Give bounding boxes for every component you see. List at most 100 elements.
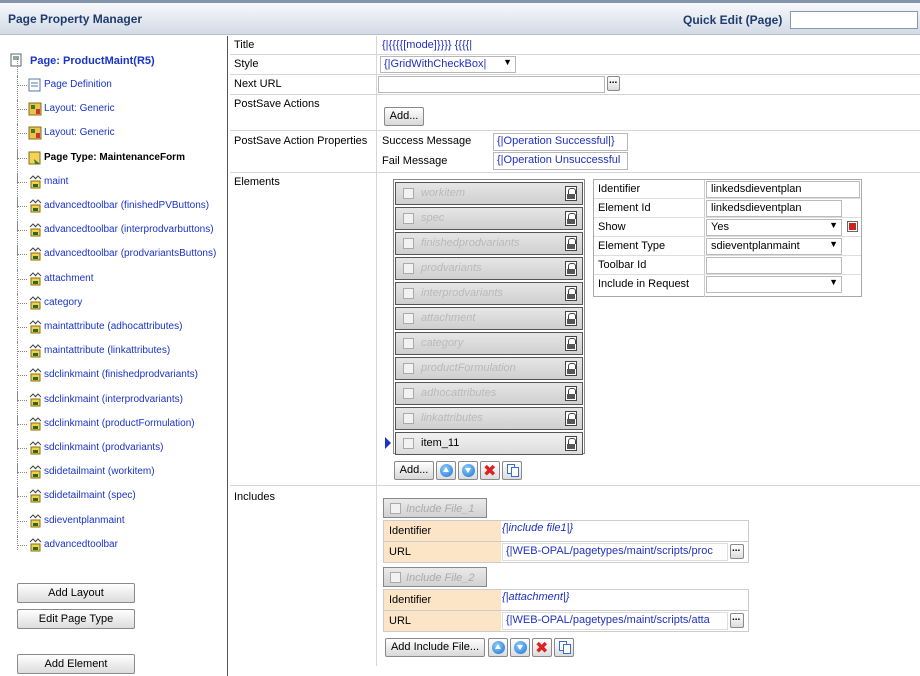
element-checkbox[interactable]: [403, 188, 414, 199]
next-url-browse-button[interactable]: ...: [607, 75, 620, 91]
include-request-select[interactable]: ▼: [706, 276, 842, 293]
tree-item[interactable]: sdidetailmaint (workitem): [0, 463, 228, 483]
tree-item[interactable]: sdclinkmaint (productFormulation): [0, 414, 228, 435]
move-down-button[interactable]: [458, 461, 478, 480]
element-id-input[interactable]: linkedsdieventplan: [706, 200, 842, 217]
tree-item-label: sdidetailmaint (workitem): [44, 466, 155, 478]
tree-item[interactable]: Page Definition: [0, 76, 228, 96]
toolbar-id-input[interactable]: [706, 257, 842, 274]
delete-element-button[interactable]: ✖: [480, 461, 500, 480]
tree-item[interactable]: sdclinkmaint (finishedprodvariants): [0, 366, 228, 386]
element-list-item[interactable]: finishedprodvariants: [395, 232, 583, 255]
element-checkbox[interactable]: [403, 238, 414, 249]
element-checkbox[interactable]: [403, 288, 414, 299]
element-checkbox[interactable]: [403, 263, 414, 274]
fail-message-input[interactable]: {|Operation Unsuccessful: [493, 152, 628, 170]
element-list-item[interactable]: linkattributes: [395, 407, 583, 430]
tree-item-label: advancedtoolbar (prodvariantsButtons): [44, 248, 217, 260]
success-message-input[interactable]: {|Operation Successful|}: [493, 133, 628, 151]
element-add-button[interactable]: Add...: [394, 461, 434, 480]
element-checkbox[interactable]: [403, 388, 414, 399]
style-select[interactable]: {|GridWithCheckBox| ▼: [380, 56, 516, 73]
edit-page-type-button[interactable]: Edit Page Type: [17, 609, 135, 629]
add-layout-button[interactable]: Add Layout: [17, 583, 135, 603]
identifier-input[interactable]: linkedsdieventplan: [706, 181, 860, 198]
include-url-input[interactable]: {|WEB-OPAL/pagetypes/maint/scripts/atta: [502, 612, 728, 630]
tree-connector: [17, 511, 27, 522]
tree-item[interactable]: category: [0, 293, 228, 314]
toolbar-id-row: Toolbar Id: [594, 256, 861, 275]
move-up-button[interactable]: [436, 461, 456, 480]
include-url-browse-button[interactable]: ...: [730, 543, 744, 559]
lock-icon: [565, 186, 577, 201]
element-list-item[interactable]: interprodvariants: [395, 282, 583, 305]
tree-item[interactable]: maintattribute (linkattributes): [0, 342, 228, 362]
element-checkbox[interactable]: [403, 213, 414, 224]
tree-connector: [17, 197, 27, 207]
element-icon: [29, 489, 42, 503]
add-element-button[interactable]: Add Element: [17, 654, 135, 674]
include-identifier-value[interactable]: {|attachment|}: [502, 591, 569, 603]
element-list-item[interactable]: attachment: [395, 307, 583, 330]
element-list-item[interactable]: prodvariants: [395, 257, 583, 280]
tree-item[interactable]: advancedtoolbar: [0, 535, 228, 556]
element-checkbox[interactable]: [403, 363, 414, 374]
tree-item[interactable]: maint: [0, 172, 228, 193]
lock-icon: [565, 211, 577, 226]
show-select[interactable]: Yes ▼: [706, 219, 842, 236]
tree-item[interactable]: Page Type: MaintenanceForm: [0, 148, 228, 169]
tree-item[interactable]: sdclinkmaint (prodvariants): [0, 439, 228, 459]
title-value[interactable]: {|{{{{[mode]}}}} {{{{|: [382, 39, 472, 51]
include-copy-button[interactable]: [554, 638, 574, 657]
element-checkbox[interactable]: [403, 313, 414, 324]
postsave-add-button[interactable]: Add...: [384, 107, 424, 126]
element-icon: [29, 538, 42, 552]
element-name: workitem: [421, 187, 466, 199]
tree-item[interactable]: sdidetailmaint (spec): [0, 487, 228, 507]
element-list-item[interactable]: spec: [395, 207, 583, 230]
include-url-browse-button[interactable]: ...: [730, 612, 744, 628]
element-properties: Identifier linkedsdieventplan Element Id…: [593, 179, 862, 297]
element-checkbox[interactable]: [403, 438, 414, 449]
tree-connector: [17, 172, 27, 183]
tree-item[interactable]: sdieventplanmaint: [0, 511, 228, 532]
tree-item[interactable]: advancedtoolbar (finishedPVButtons): [0, 197, 228, 217]
delete-small-icon[interactable]: [847, 221, 858, 232]
tree-item-label: attachment: [44, 272, 94, 284]
element-list-item[interactable]: productFormulation: [395, 357, 583, 380]
include-delete-button[interactable]: ✖: [532, 638, 552, 657]
include-file-checkbox[interactable]: [390, 503, 401, 514]
tree-item-label: advancedtoolbar (finishedPVButtons): [44, 200, 210, 211]
include-move-down-button[interactable]: [510, 638, 530, 657]
element-type-row: Element Type sdieventplanmaint ▼: [594, 237, 861, 256]
add-include-file-button[interactable]: Add Include File...: [385, 638, 485, 657]
tree-item[interactable]: advancedtoolbar (prodvariantsButtons): [0, 245, 228, 265]
tree-item-label: sdclinkmaint (interprodvariants): [44, 393, 183, 405]
quick-edit-input[interactable]: [790, 11, 918, 29]
element-type-select[interactable]: sdieventplanmaint ▼: [706, 238, 842, 255]
tree-item[interactable]: Layout: Generic: [0, 124, 228, 144]
copy-element-button[interactable]: [502, 461, 522, 480]
tree-item[interactable]: sdclinkmaint (interprodvariants): [0, 390, 228, 411]
element-checkbox[interactable]: [403, 413, 414, 424]
tree-item[interactable]: attachment: [0, 269, 228, 290]
element-name: interprodvariants: [421, 287, 503, 299]
include-file-checkbox[interactable]: [390, 572, 401, 583]
include-url-input[interactable]: {|WEB-OPAL/pagetypes/maint/scripts/proc: [502, 543, 728, 561]
chevron-down-icon: ▼: [829, 277, 838, 287]
left-panel: Page: ProductMaint(R5) Page Definition La…: [0, 36, 228, 676]
element-icon: [29, 320, 42, 334]
element-name: productFormulation: [421, 362, 516, 374]
element-checkbox[interactable]: [403, 338, 414, 349]
next-url-input[interactable]: [378, 76, 605, 93]
element-list-item[interactable]: adhocattributes: [395, 382, 583, 405]
tree-item[interactable]: Layout: Generic: [0, 100, 228, 120]
include-move-up-button[interactable]: [488, 638, 508, 657]
postsave-actions-row: PostSave Actions Add...: [230, 95, 920, 131]
tree-item[interactable]: maintattribute (adhocattributes): [0, 318, 228, 338]
tree-item[interactable]: advancedtoolbar (interprodvarbuttons): [0, 221, 228, 241]
include-identifier-value[interactable]: {|include file1|}: [502, 522, 573, 534]
element-list-item[interactable]: item_11: [395, 432, 583, 455]
element-list-item[interactable]: workitem: [395, 182, 583, 205]
element-list-item[interactable]: category: [395, 332, 583, 355]
